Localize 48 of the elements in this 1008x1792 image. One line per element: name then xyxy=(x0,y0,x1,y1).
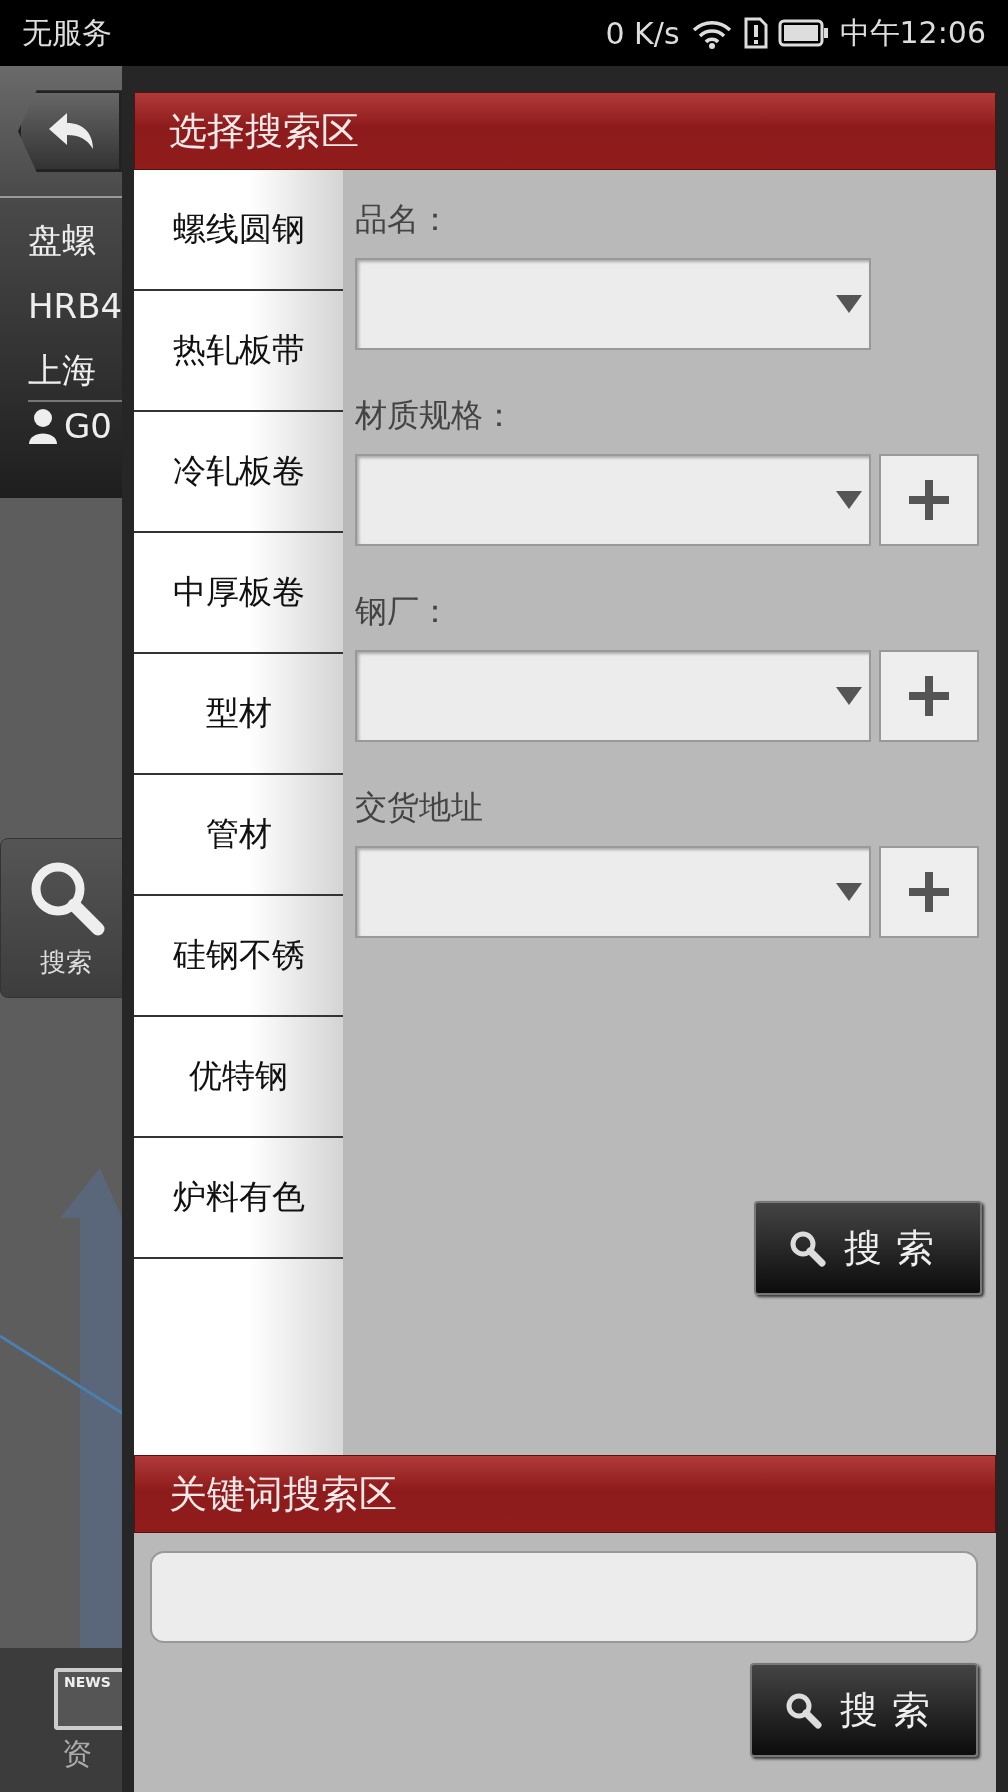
field-label: 材质规格： xyxy=(355,395,515,436)
listing-text: 盘螺 xyxy=(28,219,97,263)
category-tab[interactable]: 管材 xyxy=(134,775,343,896)
nav-label[interactable]: 资 xyxy=(62,1734,122,1776)
listing-text: 上海 xyxy=(28,349,97,393)
plus-icon xyxy=(907,870,951,914)
clock-text: 中午12:06 xyxy=(839,13,986,52)
dropdown-field[interactable] xyxy=(355,454,871,546)
category-tab[interactable]: 硅钢不锈 xyxy=(134,896,343,1017)
add-button[interactable] xyxy=(879,454,979,546)
dropdown-field[interactable] xyxy=(355,650,871,742)
dropdown-arrow-icon xyxy=(835,490,863,510)
category-tab[interactable]: 型材 xyxy=(134,654,343,775)
user-code: G0 xyxy=(64,406,112,447)
dropdown-field[interactable] xyxy=(355,846,871,938)
add-button[interactable] xyxy=(879,846,979,938)
field-label: 钢厂： xyxy=(355,591,451,632)
search-button[interactable]: 搜索 xyxy=(750,1663,978,1757)
field-label: 品名： xyxy=(355,199,451,240)
category-tab[interactable]: 优特钢 xyxy=(134,1017,343,1138)
dropdown-arrow-icon xyxy=(835,882,863,902)
search-icon xyxy=(788,1229,826,1267)
battery-icon xyxy=(777,19,830,47)
category-tab[interactable]: 炉料有色 xyxy=(134,1138,343,1259)
carrier-text: 无服务 xyxy=(22,13,112,52)
listing-text: HRB4 xyxy=(28,286,122,327)
person-icon xyxy=(28,408,58,445)
category-tab[interactable]: 螺线圆钢 xyxy=(134,170,343,291)
section-header: 选择搜索区 xyxy=(134,92,996,170)
search-side-button[interactable]: 搜索 xyxy=(0,838,122,999)
add-button[interactable] xyxy=(879,650,979,742)
section-header: 关键词搜索区 xyxy=(134,1455,996,1533)
plus-icon xyxy=(907,674,951,718)
category-tab[interactable]: 冷轧板卷 xyxy=(134,412,343,533)
dropdown-field[interactable] xyxy=(355,258,871,350)
keyword-input[interactable] xyxy=(150,1551,978,1643)
news-icon[interactable]: NEWS xyxy=(54,1668,122,1731)
dropdown-arrow-icon xyxy=(835,686,863,706)
back-button[interactable] xyxy=(18,90,122,173)
dropdown-arrow-icon xyxy=(835,294,863,314)
category-tab[interactable]: 中厚板卷 xyxy=(134,533,343,654)
search-button[interactable]: 搜索 xyxy=(754,1201,982,1295)
sim-alert-icon xyxy=(743,17,768,49)
plus-icon xyxy=(907,478,951,522)
category-tab[interactable]: 热轧板带 xyxy=(134,291,343,412)
network-speed: 0 K/s xyxy=(605,15,680,51)
field-label: 交货地址 xyxy=(355,787,483,828)
search-icon xyxy=(784,1691,822,1729)
